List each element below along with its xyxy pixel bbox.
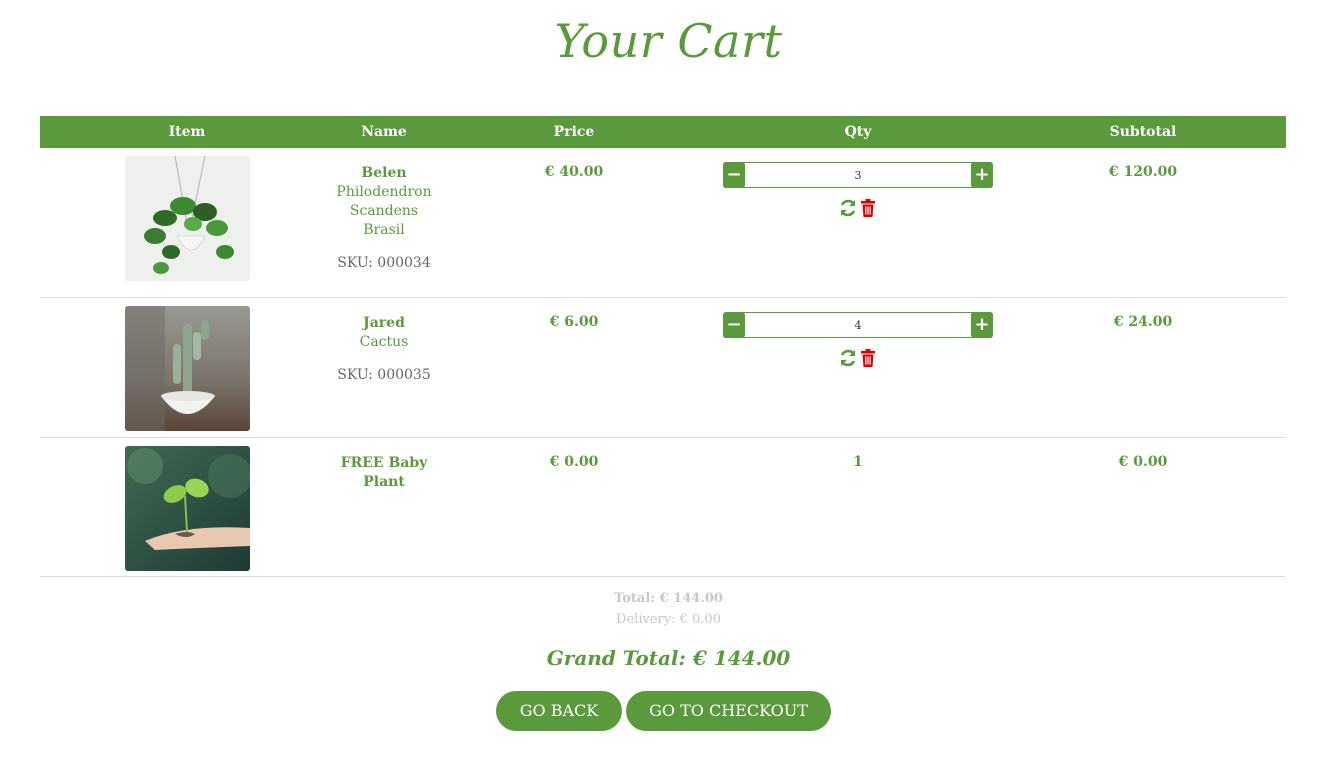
quantity-stepper: − + bbox=[723, 312, 993, 338]
checkout-button[interactable]: GO TO CHECKOUT bbox=[626, 691, 831, 731]
total-text: Total: € 144.00 bbox=[614, 591, 723, 606]
cactus-photo-icon bbox=[125, 306, 250, 431]
table-header: Item Name Price Qty Subtotal bbox=[40, 116, 1286, 148]
product-price: € 6.00 bbox=[549, 314, 599, 330]
trash-icon[interactable] bbox=[858, 198, 878, 218]
quantity-input[interactable] bbox=[746, 313, 970, 337]
cart-summary: Total: € 144.00 Delivery: € 0.00 Grand T… bbox=[0, 590, 1337, 670]
product-subtotal: € 0.00 bbox=[1118, 454, 1168, 470]
product-subtotal: € 120.00 bbox=[1108, 164, 1178, 180]
seedling-photo-icon bbox=[125, 446, 250, 571]
header-name: Name bbox=[361, 124, 407, 140]
product-sku: SKU: 000034 bbox=[337, 255, 431, 271]
product-sku: SKU: 000035 bbox=[337, 367, 431, 383]
refresh-icon[interactable] bbox=[838, 348, 858, 368]
qty-cell: − + bbox=[723, 162, 993, 220]
page-title: Your Cart bbox=[554, 14, 783, 68]
header-qty: Qty bbox=[844, 124, 872, 140]
qty-actions bbox=[723, 198, 993, 220]
product-name: Belen bbox=[361, 165, 407, 181]
header-price: Price bbox=[553, 124, 595, 140]
trash-icon[interactable] bbox=[858, 348, 878, 368]
refresh-icon[interactable] bbox=[838, 198, 858, 218]
header-item: Item bbox=[168, 124, 206, 140]
product-price: € 0.00 bbox=[549, 454, 599, 470]
product-variant: Cactus bbox=[359, 334, 409, 350]
product-name-cell: Belen Philodendron Scandens Brasil SKU: … bbox=[334, 164, 434, 273]
grand-total-text: Grand Total: € 144.00 bbox=[546, 646, 791, 670]
product-price: € 40.00 bbox=[544, 164, 604, 180]
table-row: Belen Philodendron Scandens Brasil SKU: … bbox=[40, 148, 1286, 298]
header-subtotal: Subtotal bbox=[1109, 124, 1177, 140]
cart-table: Item Name Price Qty Subtotal Belen Philo… bbox=[40, 116, 1286, 577]
table-row: Jared Cactus SKU: 000035 € 6.00 − + bbox=[40, 298, 1286, 438]
product-name-cell: FREE Baby Plant bbox=[334, 454, 434, 492]
go-back-button[interactable]: GO BACK bbox=[496, 691, 622, 731]
product-name: FREE Baby Plant bbox=[340, 455, 428, 490]
table-row: FREE Baby Plant € 0.00 1 € 0.00 bbox=[40, 438, 1286, 577]
product-image-cactus[interactable] bbox=[125, 306, 250, 431]
product-variant: Philodendron Scandens Brasil bbox=[336, 184, 432, 238]
quantity-input[interactable] bbox=[746, 163, 970, 187]
quantity-stepper: − + bbox=[723, 162, 993, 188]
product-image-seedling[interactable] bbox=[125, 446, 250, 571]
product-image-hanging-plant[interactable] bbox=[125, 156, 250, 281]
increment-button[interactable]: + bbox=[971, 162, 993, 188]
delivery-text: Delivery: € 0.00 bbox=[616, 612, 721, 627]
increment-button[interactable]: + bbox=[971, 312, 993, 338]
product-name: Jared bbox=[363, 315, 405, 331]
qty-actions bbox=[723, 348, 993, 370]
decrement-button[interactable]: − bbox=[723, 162, 745, 188]
decrement-button[interactable]: − bbox=[723, 312, 745, 338]
hanging-plant-photo-icon bbox=[125, 156, 250, 281]
quantity-value: 1 bbox=[853, 454, 863, 470]
qty-cell: − + bbox=[723, 312, 993, 370]
product-name-cell: Jared Cactus SKU: 000035 bbox=[334, 314, 434, 385]
product-subtotal: € 24.00 bbox=[1113, 314, 1173, 330]
